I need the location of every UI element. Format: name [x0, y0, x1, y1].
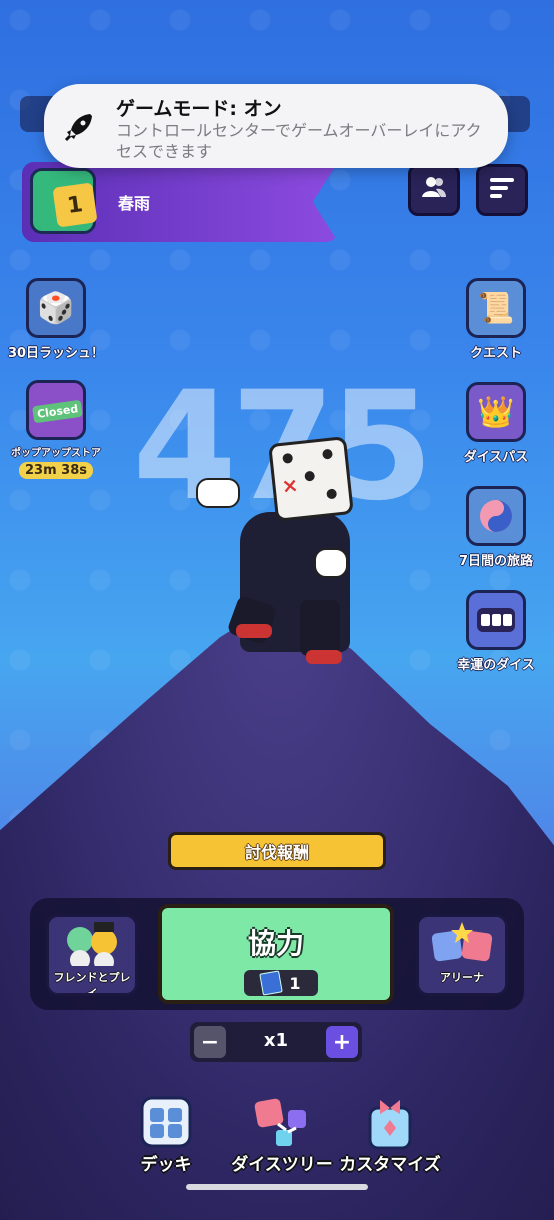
- menu-button[interactable]: [476, 164, 528, 216]
- scroll-icon: 📜: [466, 278, 526, 338]
- customize-icon: [330, 1094, 450, 1150]
- dice-pack-icon: 🎲: [26, 278, 86, 338]
- dice-tree-icon: [222, 1094, 342, 1150]
- plus-button[interactable]: +: [326, 1026, 358, 1058]
- level-badge: 1: [52, 182, 98, 228]
- character-shoe-right: [306, 650, 342, 664]
- lucky-dice-icon: [466, 590, 526, 650]
- deck-icon: [106, 1094, 226, 1150]
- journey-icon: [466, 486, 526, 546]
- nav-label: ダイスツリー: [231, 1155, 333, 1175]
- friends-icon: [421, 175, 447, 205]
- side-label: 30日ラッシュ！: [7, 346, 105, 361]
- avatar[interactable]: 1: [30, 168, 98, 234]
- character-shoe-left: [236, 624, 272, 638]
- arena-button[interactable]: アリーナ: [416, 914, 508, 996]
- play-with-friends-button[interactable]: フレンドとプレイ: [46, 914, 138, 996]
- ticket-counter: 1: [244, 970, 318, 996]
- ticket-icon: [259, 970, 284, 996]
- rocket-icon: [64, 112, 94, 149]
- mode-label: アリーナ: [440, 971, 484, 984]
- character-leg-right: [300, 600, 340, 656]
- side-item-popup-store[interactable]: Closed ポップアップストア 23m 38s: [6, 380, 106, 479]
- nav-label: デッキ: [140, 1155, 192, 1175]
- side-item-7day-journey[interactable]: 7日間の旅路: [446, 486, 546, 569]
- subjugation-reward-button[interactable]: 討伐報酬: [168, 832, 386, 870]
- side-item-dice-pass[interactable]: 👑 ダイスパス: [446, 382, 546, 465]
- arena-dice-icon: [419, 917, 505, 969]
- ticket-count: 1: [289, 973, 301, 993]
- notification-body: コントロールセンターでゲームオーバーレイにアクセスできます: [116, 121, 482, 161]
- coop-title: 協力: [247, 927, 304, 960]
- multiplier-control: − x1 +: [190, 1022, 362, 1062]
- profile-banner[interactable]: 1 春雨: [22, 162, 338, 242]
- menu-icon: [490, 176, 514, 204]
- character-glove-left: [196, 478, 240, 508]
- mode-label: フレンドとプレイ: [53, 971, 131, 996]
- store-timer: 23m 38s: [19, 462, 93, 479]
- crown-icon: 👑: [466, 382, 526, 442]
- game-mode-notification[interactable]: ゲームモード: オン コントロールセンターでゲームオーバーレイにアクセスできます: [44, 84, 508, 168]
- nav-label: カスタマイズ: [339, 1155, 441, 1175]
- side-label: ダイスパス: [463, 450, 529, 465]
- player-name: 春雨: [118, 194, 151, 213]
- side-label: クエスト: [469, 346, 522, 361]
- popup-store-icon: Closed: [26, 380, 86, 440]
- side-item-lucky-dice[interactable]: 幸運のダイス: [446, 590, 546, 673]
- nav-customize[interactable]: カスタマイズ: [330, 1094, 450, 1175]
- x-eye: ×: [280, 472, 300, 499]
- character-glove-right: [314, 548, 348, 578]
- home-indicator[interactable]: [186, 1184, 368, 1190]
- side-label: 7日間の旅路: [458, 554, 534, 569]
- side-label: 幸運のダイス: [457, 658, 535, 673]
- closed-badge: Closed: [32, 399, 84, 424]
- side-label: ポップアップストア: [11, 448, 101, 459]
- friends-art-icon: [49, 917, 135, 969]
- side-item-quest[interactable]: 📜 クエスト: [446, 278, 546, 361]
- nav-deck[interactable]: デッキ: [106, 1094, 226, 1175]
- coop-mode-button[interactable]: 協力 1: [158, 904, 394, 1004]
- nav-dice-tree[interactable]: ダイスツリー: [222, 1094, 342, 1175]
- friends-button[interactable]: [408, 164, 460, 216]
- character-dice-head: ×: [268, 436, 354, 522]
- notification-title: ゲームモード: オン: [116, 98, 282, 120]
- side-item-30day-rush[interactable]: 🎲 30日ラッシュ！: [6, 278, 106, 361]
